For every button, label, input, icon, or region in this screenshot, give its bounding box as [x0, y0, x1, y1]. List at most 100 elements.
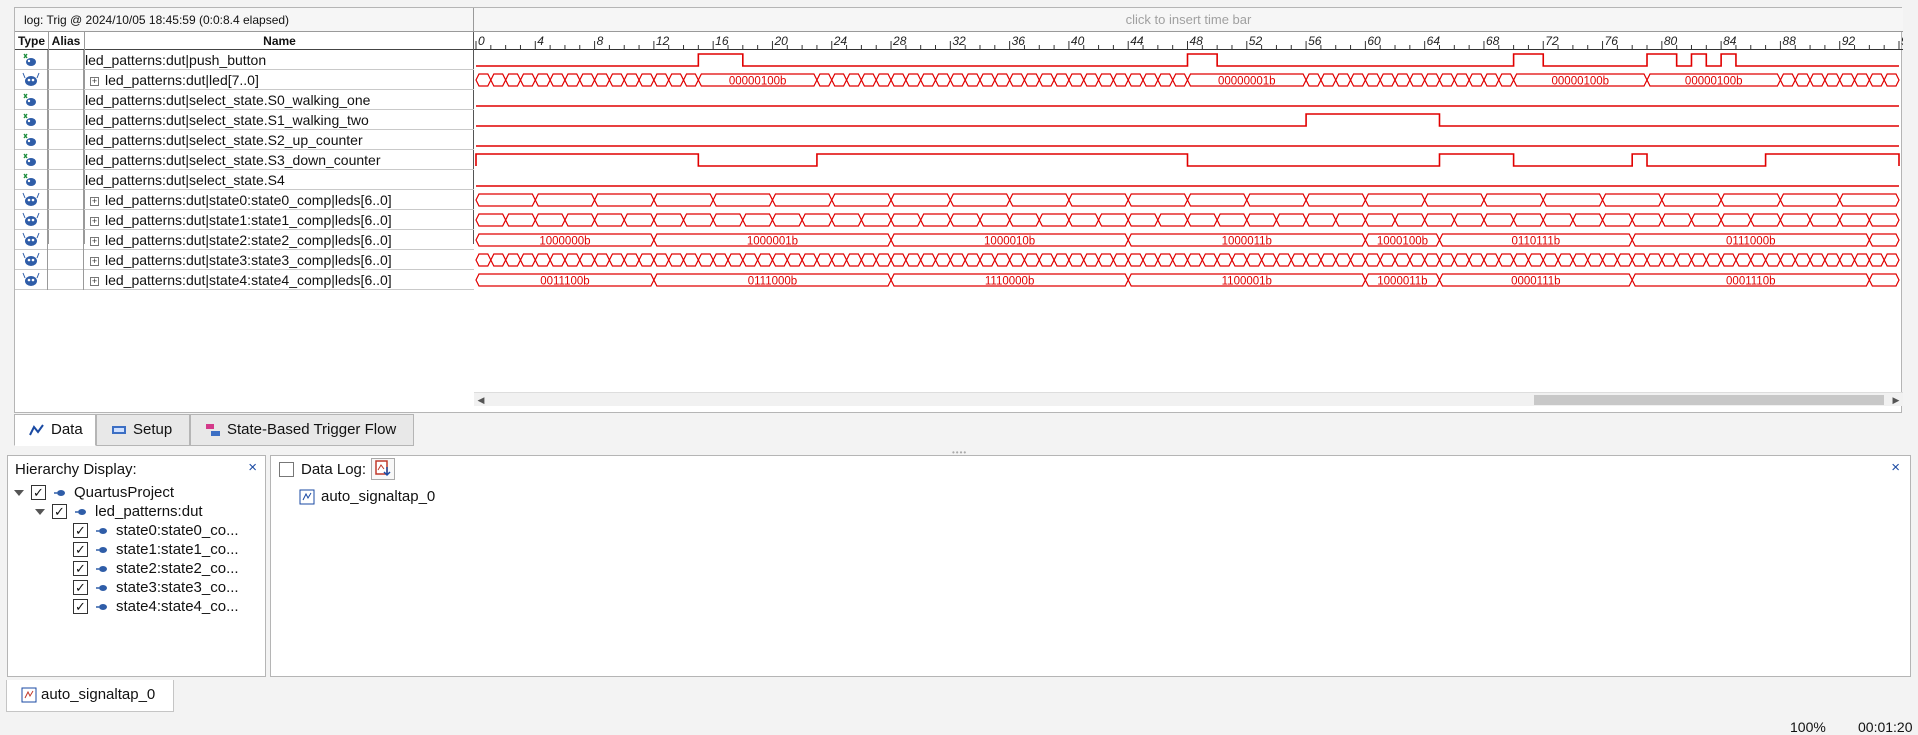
signal-alias-cell[interactable] [48, 150, 84, 170]
bus-value-segment [1883, 73, 1900, 87]
signal-name-cell[interactable]: led_patterns:dut|select_state.S1_walking… [85, 110, 369, 130]
bus-value-segment [1142, 73, 1159, 87]
scroll-left-icon[interactable]: ◀ [474, 393, 488, 407]
chevron-down-icon[interactable] [14, 490, 24, 496]
bus-value-segment [579, 73, 596, 87]
instance-tab-label: auto_signaltap_0 [41, 686, 156, 703]
tab-state-based-trigger-flow[interactable]: State-Based Trigger Flow [190, 414, 414, 446]
bus-value-label: 00000100b [1552, 76, 1610, 88]
close-icon[interactable]: × [1891, 459, 1900, 476]
signal-name-cell[interactable]: + led_patterns:dut|led[7..0] [85, 70, 259, 90]
signal-row[interactable]: + led_patterns:dut|state2:state2_comp|led… [15, 230, 474, 250]
signal-row[interactable]: led_patterns:dut|push_button [15, 50, 474, 70]
node-checkbox[interactable]: ✓ [31, 485, 46, 500]
signal-row[interactable]: + led_patterns:dut|state0:state0_comp|led… [15, 190, 474, 210]
signal-name-cell[interactable]: led_patterns:dut|push_button [85, 50, 266, 70]
horizontal-scrollbar[interactable]: ◀ ▶ [474, 392, 1903, 406]
tree-node[interactable]: ✓ state4:state4_co... [8, 596, 263, 618]
hierarchy-title: Hierarchy Display: [15, 461, 137, 478]
bus-value-segment [905, 253, 922, 267]
signal-alias-cell[interactable] [48, 230, 84, 250]
waveform-panel: log: Trig @ 2024/10/05 18:45:59 (0:0:8.4… [14, 7, 1903, 413]
bus-value-segment [1246, 193, 1307, 207]
time-tick-label: 76 [1605, 34, 1619, 48]
node-checkbox[interactable]: ✓ [73, 542, 88, 557]
instance-tab[interactable]: auto_signaltap_0 [6, 680, 174, 712]
bus-value-label: 1000011b [1222, 236, 1272, 248]
signal-alias-cell[interactable] [48, 70, 84, 90]
insert-time-bar[interactable]: click to insert time bar [474, 8, 1903, 32]
node-checkbox[interactable]: ✓ [52, 504, 67, 519]
alias-column-header[interactable]: Alias [48, 32, 84, 50]
expand-icon[interactable]: + [90, 277, 99, 286]
bus-value-segment [1409, 253, 1426, 267]
node-checkbox[interactable]: ✓ [73, 561, 88, 576]
signal-alias-cell[interactable] [48, 130, 84, 150]
entity-icon [96, 604, 107, 610]
node-checkbox[interactable]: ✓ [73, 599, 88, 614]
signal-row[interactable]: led_patterns:dut|select_state.S2_up_coun… [15, 130, 474, 150]
tab-data[interactable]: Data [14, 414, 96, 446]
signal-name-cell[interactable]: + led_patterns:dut|state1:state1_comp|led… [85, 210, 392, 230]
signal-name-cell[interactable]: led_patterns:dut|select_state.S4 [85, 170, 285, 190]
signal-row[interactable]: led_patterns:dut|select_state.S4 [15, 170, 474, 190]
expand-icon[interactable]: + [90, 77, 99, 86]
signal-alias-cell[interactable] [48, 210, 84, 230]
waveform-area[interactable]: 0 4 8 12 16 20 24 28 32 36 40 44 48 52 56 60 64 68 72 76 80 8… [474, 32, 1903, 300]
node-checkbox[interactable]: ✓ [73, 580, 88, 595]
signal-row[interactable]: led_patterns:dut|select_state.S0_walking… [15, 90, 474, 110]
signal-name-cell[interactable]: + led_patterns:dut|state2:state2_comp|led… [85, 230, 392, 250]
name-column-header[interactable]: Name [85, 32, 474, 50]
data-log-checkbox[interactable] [279, 462, 294, 477]
expand-icon[interactable]: + [90, 257, 99, 266]
signal-row[interactable]: + led_patterns:dut|state3:state3_comp|led… [15, 250, 474, 270]
chevron-down-icon[interactable] [35, 509, 45, 515]
bus-value-segment [949, 213, 981, 227]
close-icon[interactable]: × [248, 459, 257, 476]
data-log-entry[interactable]: auto_signaltap_0 [299, 487, 435, 507]
expand-icon[interactable]: + [90, 237, 99, 246]
bus-value-segment [934, 253, 952, 267]
signal-row[interactable]: led_patterns:dut|select_state.S3_down_co… [15, 150, 474, 170]
bus-value-label: 1000001b [747, 236, 798, 248]
time-tick-label: 80 [1664, 34, 1678, 48]
signal-name-cell[interactable]: + led_patterns:dut|state4:state4_comp|led… [85, 270, 392, 290]
hierarchy-pane: Hierarchy Display: × ✓ QuartusProject ✓ led… [7, 455, 266, 677]
bus-value-segment [1572, 213, 1604, 227]
signal-name-cell[interactable]: + led_patterns:dut|state3:state3_comp|led… [85, 250, 392, 270]
signal-row[interactable]: + led_patterns:dut|led[7..0] [15, 70, 474, 90]
signal-alias-cell[interactable] [48, 270, 84, 290]
tree-node-label: state4:state4_co... [116, 598, 239, 615]
data-log-view-button[interactable] [371, 458, 395, 480]
bus-value-segment [1483, 213, 1515, 227]
signal-row[interactable]: + led_patterns:dut|state1:state1_comp|led… [15, 210, 474, 230]
signal-row[interactable]: led_patterns:dut|select_state.S1_walking… [15, 110, 474, 130]
bus-value-segment [1083, 73, 1100, 87]
signal-row[interactable]: + led_patterns:dut|state4:state4_comp|led… [15, 270, 474, 290]
signal-alias-cell[interactable] [48, 50, 84, 70]
bus-value-segment [1853, 253, 1871, 267]
bus-value-segment [608, 73, 625, 87]
signal-name-cell[interactable]: led_patterns:dut|select_state.S0_walking… [85, 90, 370, 110]
bus-value-segment [668, 73, 685, 87]
node-checkbox[interactable]: ✓ [73, 523, 88, 538]
signal-alias-cell[interactable] [48, 190, 84, 210]
entity-icon [96, 528, 107, 534]
type-column-header[interactable]: Type [15, 32, 48, 50]
signal-alias-cell[interactable] [48, 250, 84, 270]
scroll-right-icon[interactable]: ▶ [1889, 393, 1903, 407]
signal-name-cell[interactable]: + led_patterns:dut|state0:state0_comp|led… [85, 190, 392, 210]
expand-icon[interactable]: + [90, 217, 99, 226]
expand-icon[interactable]: + [90, 197, 99, 206]
signal-name-cell[interactable]: led_patterns:dut|select_state.S3_down_co… [85, 150, 381, 170]
bus-value-segment [920, 73, 937, 87]
signal-alias-cell[interactable] [48, 90, 84, 110]
tab-setup[interactable]: Setup [96, 414, 190, 446]
scrollbar-thumb[interactable] [1534, 395, 1884, 405]
signal-name-cell[interactable]: led_patterns:dut|select_state.S2_up_coun… [85, 130, 363, 150]
bus-value-segment [816, 73, 833, 87]
bus-value-segment [593, 213, 625, 227]
signal-alias-cell[interactable] [48, 170, 84, 190]
signal-alias-cell[interactable] [48, 110, 84, 130]
bus-value-segment [1246, 253, 1263, 267]
